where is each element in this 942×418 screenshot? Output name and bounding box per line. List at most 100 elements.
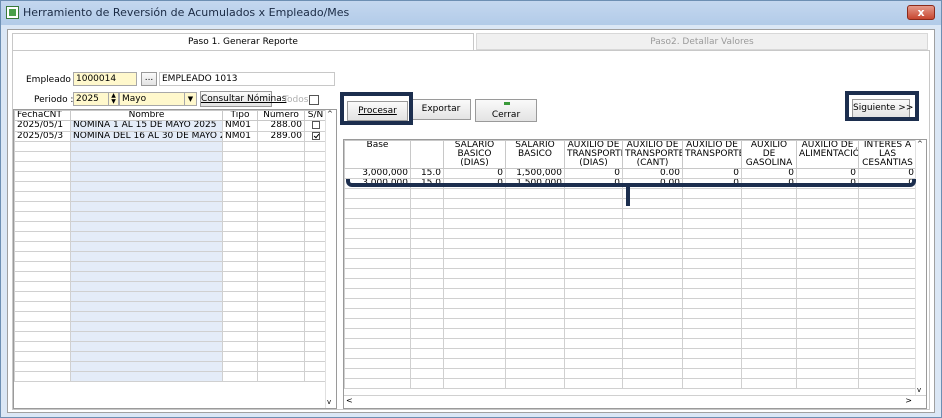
empty-cell <box>344 318 411 329</box>
nominas-scrollbar[interactable]: ^ v <box>325 110 336 408</box>
empty-row <box>344 268 917 279</box>
nominas-table: FechaCNT Nombre Tipo Número S/N 2025/05/… <box>14 110 327 382</box>
empleado-code-input[interactable]: 1000014 <box>73 72 137 86</box>
year-spinner[interactable]: 2025 ▲ ▼ <box>73 92 119 106</box>
empty-cell <box>14 371 71 382</box>
results-hscrollbar[interactable]: < > <box>344 395 926 408</box>
col-interes-cesantias[interactable]: INTERES A LAS CESANTIAS <box>858 140 917 169</box>
scroll-left-icon[interactable]: < <box>346 396 353 405</box>
scroll-up-icon[interactable]: ^ <box>327 110 333 118</box>
chevron-down-icon[interactable]: ▼ <box>184 93 196 105</box>
cell-sn[interactable] <box>304 120 327 132</box>
cell: 0 <box>741 168 797 179</box>
empty-row <box>14 351 327 362</box>
row-checkbox-checked[interactable] <box>311 131 320 140</box>
employee-lookup-button[interactable]: ... <box>141 72 157 86</box>
empty-cell <box>741 258 797 269</box>
table-row[interactable]: 2025/05/3 NOMINA DEL 16 AL 30 DE MAYO 20… <box>14 130 327 142</box>
col-blank[interactable] <box>410 140 444 169</box>
todos-checkbox[interactable] <box>309 95 319 105</box>
empty-cell <box>410 378 444 389</box>
spin-arrows-icon[interactable]: ▲ ▼ <box>108 93 118 105</box>
empty-cell <box>796 218 859 229</box>
col-tipo[interactable]: Tipo <box>222 110 258 121</box>
empty-cell <box>14 341 71 352</box>
procesar-highlight-box <box>340 92 413 125</box>
empty-cell <box>564 198 623 209</box>
empty-cell <box>564 228 623 239</box>
empty-cell <box>622 348 683 359</box>
table-row[interactable]: 3,000,000 15.0 0 1,500,000 0 0.00 0 0 0 … <box>344 168 917 179</box>
col-auxilio-gasolina[interactable]: AUXILIO DE GASOLINA <box>741 140 797 169</box>
empty-row <box>344 338 917 349</box>
empty-cell <box>222 181 258 192</box>
empty-row <box>344 348 917 359</box>
empty-cell <box>222 151 258 162</box>
empty-cell <box>796 358 859 369</box>
empty-cell <box>70 281 223 292</box>
empty-cell <box>622 298 683 309</box>
empty-row <box>14 221 327 232</box>
empty-cell <box>443 348 506 359</box>
empty-cell <box>443 368 506 379</box>
col-salario-basico[interactable]: SALARIO BASICO <box>505 140 565 169</box>
empty-cell <box>682 378 742 389</box>
empty-cell <box>505 298 565 309</box>
empty-cell <box>564 188 623 199</box>
col-nombre[interactable]: Nombre <box>70 110 223 121</box>
cell-tipo: NM01 <box>222 130 258 142</box>
row-checkbox[interactable] <box>311 121 320 129</box>
empty-cell <box>344 308 411 319</box>
col-fechacnt[interactable]: FechaCNT <box>14 110 71 121</box>
empty-cell <box>622 258 683 269</box>
scroll-up-icon[interactable]: ^ <box>917 140 923 148</box>
empty-cell <box>741 188 797 199</box>
empty-cell <box>682 258 742 269</box>
tab-paso-2[interactable]: Paso2. Detallar Valores <box>476 33 928 50</box>
empty-cell <box>622 268 683 279</box>
empty-cell <box>14 191 71 202</box>
cerrar-button[interactable]: Cerrar <box>475 99 537 122</box>
empty-row <box>344 238 917 249</box>
empty-cell <box>564 308 623 319</box>
col-auxilio-transporte-cant[interactable]: AUXILIO DE TRANSPORTE (CANT) <box>622 140 683 169</box>
empty-cell <box>257 281 305 292</box>
empty-cell <box>344 218 411 229</box>
empty-cell <box>222 211 258 222</box>
empty-cell <box>344 328 411 339</box>
empty-cell <box>564 258 623 269</box>
col-auxilio-alimentacion[interactable]: AUXILIO DE ALIMENTACIÓN <box>796 140 859 169</box>
col-salario-basico-dias[interactable]: SALARIO BASICO (DIAS) <box>443 140 506 169</box>
results-vscrollbar[interactable]: ^ v <box>915 140 926 396</box>
empty-cell <box>741 368 797 379</box>
col-base[interactable]: Base <box>344 140 411 169</box>
cell: 3,000,000 <box>344 168 411 179</box>
col-auxilio-transporte-dias[interactable]: AUXILIO DE TRANSPORTE (DIAS) <box>564 140 623 169</box>
col-numero[interactable]: Número <box>257 110 305 121</box>
scroll-right-icon[interactable]: > <box>905 396 912 405</box>
table-row[interactable]: 2025/05/1 NOMINA 1 AL 15 DE MAYO 2025 NM… <box>14 120 327 132</box>
empty-row <box>344 248 917 259</box>
scroll-down-icon[interactable]: v <box>327 398 331 406</box>
col-auxilio-transporte[interactable]: AUXILIO DE TRANSPORTE <box>682 140 742 169</box>
month-select[interactable]: Mayo ▼ <box>119 92 197 106</box>
empty-cell <box>14 361 71 372</box>
empty-row <box>14 261 327 272</box>
empty-cell <box>622 358 683 369</box>
scroll-down-icon[interactable]: v <box>917 386 921 394</box>
empty-cell <box>257 371 305 382</box>
consultar-nominas-button[interactable]: Consultar Nóminas <box>200 91 286 107</box>
col-sn[interactable]: S/N <box>304 110 327 121</box>
cell-sn[interactable] <box>304 130 327 142</box>
nominas-grid: FechaCNT Nombre Tipo Número S/N 2025/05/… <box>13 109 337 409</box>
empty-cell <box>443 268 506 279</box>
close-button[interactable]: x <box>907 5 935 20</box>
empty-cell <box>14 321 71 332</box>
tab-paso-1[interactable]: Paso 1. Generar Reporte <box>12 33 474 50</box>
empty-cell <box>304 311 327 322</box>
empty-cell <box>796 298 859 309</box>
empty-row <box>344 328 917 339</box>
empty-cell <box>70 271 223 282</box>
exportar-button[interactable]: Exportar <box>411 99 471 120</box>
empty-cell <box>410 328 444 339</box>
